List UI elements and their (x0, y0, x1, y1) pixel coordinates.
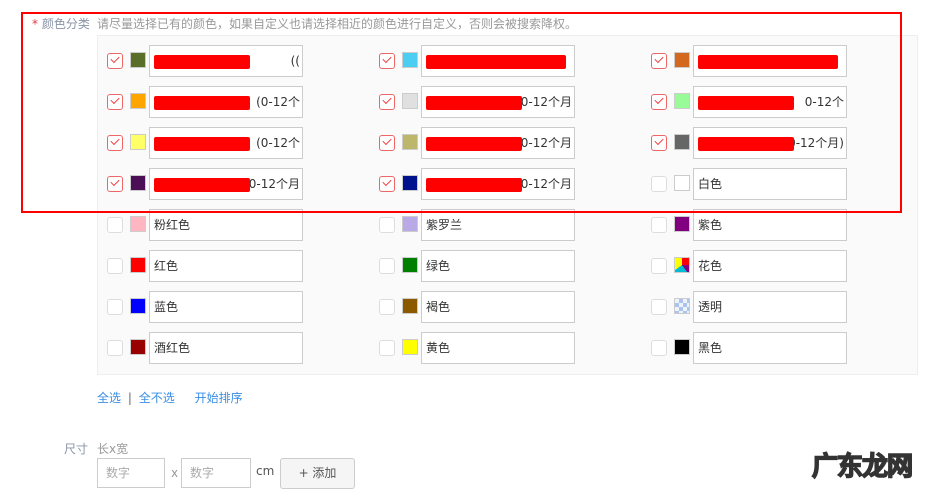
color-swatch-icon[interactable] (402, 257, 418, 273)
color-name-text: 紫罗兰 (426, 218, 463, 232)
color-swatch-icon[interactable] (674, 216, 690, 232)
link-separator: | (127, 391, 132, 405)
color-name-input[interactable]: 紫罗兰 (421, 209, 575, 241)
select-all-link[interactable]: 全选 (97, 391, 121, 405)
color-name-input[interactable]: 花色 (693, 250, 847, 282)
color-swatch-icon[interactable] (130, 298, 146, 314)
unit-label: cm (256, 464, 275, 478)
color-name-text: 蓝色 (154, 300, 179, 314)
add-size-button[interactable]: + 添加 (280, 458, 355, 489)
color-checkbox[interactable] (379, 299, 395, 315)
color-swatch-icon[interactable] (674, 298, 690, 314)
color-checkbox[interactable] (379, 258, 395, 274)
color-checkbox[interactable] (651, 217, 667, 233)
color-checkbox[interactable] (107, 217, 123, 233)
color-swatch-icon[interactable] (674, 257, 690, 273)
start-sort-link[interactable]: 开始排序 (195, 391, 243, 405)
color-option: 红色 (107, 250, 307, 282)
color-option: 花色 (651, 250, 851, 282)
color-swatch-icon[interactable] (130, 257, 146, 273)
color-swatch-icon[interactable] (402, 339, 418, 355)
color-checkbox[interactable] (651, 258, 667, 274)
color-name-input[interactable]: 绿色 (421, 250, 575, 282)
color-name-input[interactable]: 粉红色 (149, 209, 303, 241)
color-checkbox[interactable] (379, 217, 395, 233)
watermark-logo: 广东龙网 (811, 451, 914, 483)
color-checkbox[interactable] (107, 258, 123, 274)
color-name-input[interactable]: 红色 (149, 250, 303, 282)
color-name-input[interactable]: 紫色 (693, 209, 847, 241)
select-none-link[interactable]: 全不选 (139, 391, 175, 405)
color-swatch-icon[interactable] (130, 216, 146, 232)
color-name-text: 花色 (698, 259, 723, 273)
size-sublabel: 长x宽 (97, 442, 129, 456)
color-name-text: 绿色 (426, 259, 451, 273)
color-option: 酒红色 (107, 332, 307, 364)
color-option: 粉红色 (107, 209, 307, 241)
color-swatch-icon[interactable] (402, 216, 418, 232)
color-name-input[interactable]: 蓝色 (149, 291, 303, 323)
color-name-input[interactable]: 黄色 (421, 332, 575, 364)
highlight-outline (21, 12, 902, 213)
size-label: 尺寸 (64, 442, 89, 456)
color-option: 紫罗兰 (379, 209, 579, 241)
color-name-text: 透明 (698, 300, 723, 314)
width-input[interactable] (181, 458, 251, 488)
color-name-text: 黑色 (698, 341, 723, 355)
color-name-input[interactable]: 黑色 (693, 332, 847, 364)
color-option: 绿色 (379, 250, 579, 282)
color-swatch-icon[interactable] (402, 298, 418, 314)
color-name-input[interactable]: 透明 (693, 291, 847, 323)
color-name-text: 粉红色 (154, 218, 191, 232)
color-option: 蓝色 (107, 291, 307, 323)
color-option: 紫色 (651, 209, 851, 241)
color-checkbox[interactable] (651, 299, 667, 315)
color-checkbox[interactable] (107, 299, 123, 315)
color-name-input[interactable]: 褐色 (421, 291, 575, 323)
color-option: 黄色 (379, 332, 579, 364)
color-name-text: 黄色 (426, 341, 451, 355)
color-name-input[interactable]: 酒红色 (149, 332, 303, 364)
color-name-text: 褐色 (426, 300, 451, 314)
color-option: 黑色 (651, 332, 851, 364)
color-swatch-icon[interactable] (130, 339, 146, 355)
color-name-text: 红色 (154, 259, 179, 273)
color-name-text: 紫色 (698, 218, 723, 232)
color-name-text: 酒红色 (154, 341, 191, 355)
color-checkbox[interactable] (107, 340, 123, 356)
color-option: 透明 (651, 291, 851, 323)
color-swatch-icon[interactable] (674, 339, 690, 355)
color-option: 褐色 (379, 291, 579, 323)
times-sign: x (171, 466, 179, 480)
color-checkbox[interactable] (379, 340, 395, 356)
length-input[interactable] (97, 458, 165, 488)
color-checkbox[interactable] (651, 340, 667, 356)
